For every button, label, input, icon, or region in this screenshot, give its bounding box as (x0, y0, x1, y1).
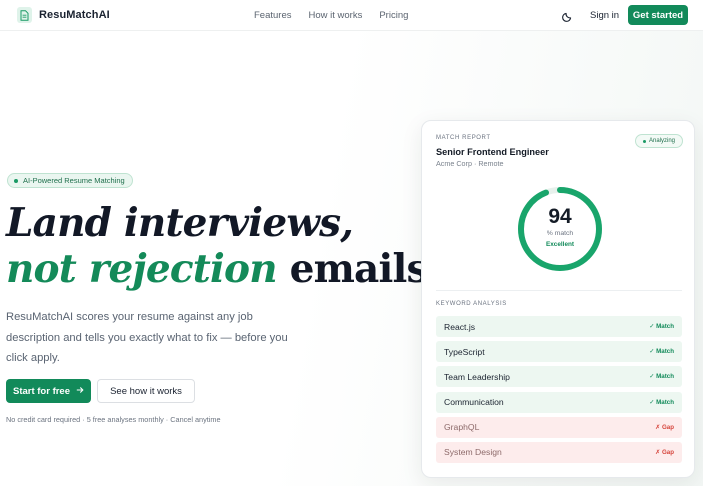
get-started-button[interactable]: Get started (628, 5, 688, 25)
keyword-row: TypeScript ✓ Match (436, 341, 682, 363)
arrow-right-icon (76, 386, 84, 397)
headline-tail: emails. (276, 246, 442, 292)
match-score: 94 (548, 205, 572, 228)
moon-icon[interactable] (562, 9, 574, 22)
keyword-analysis-label: KEYWORD ANALYSIS (436, 301, 507, 307)
headline-accent: not rejection (6, 246, 278, 292)
main-nav: Features How it works Pricing (254, 10, 408, 21)
sign-in-link[interactable]: Sign in (590, 10, 619, 21)
job-title: Senior Frontend Engineer (436, 147, 549, 157)
card-label: MATCH REPORT (436, 135, 491, 141)
status-badge: Analyzing (635, 134, 683, 148)
keyword-name: TypeScript (444, 346, 485, 357)
hero-badge: AI-Powered Resume Matching (7, 173, 133, 188)
start-for-free-button[interactable]: Start for free (6, 379, 91, 403)
keyword-row: Team Leadership ✓ Match (436, 366, 682, 388)
see-how-it-works-button[interactable]: See how it works (97, 379, 195, 403)
nav-pricing[interactable]: Pricing (379, 10, 408, 21)
keyword-row: React.js ✓ Match (436, 316, 682, 337)
brand-name: ResuMatchAI (39, 9, 110, 21)
match-report-card: MATCH REPORT Analyzing Senior Frontend E… (421, 120, 695, 478)
score-label: Excellent (545, 241, 575, 248)
hero-headline: Land interviews, not rejection emails. (6, 200, 441, 292)
gauge-arc (518, 187, 602, 271)
headline-line-1: Land interviews, (6, 200, 354, 246)
hero-description: ResuMatchAI scores your resume against a… (6, 311, 288, 364)
top-nav: ResuMatchAI Features How it works Pricin… (0, 0, 703, 31)
keyword-name: System Design (444, 447, 502, 458)
divider (436, 290, 682, 291)
keyword-row: Communication ✓ Match (436, 391, 682, 413)
status-text: Analyzing (648, 138, 675, 144)
nav-features[interactable]: Features (254, 10, 292, 21)
badge-text: AI-Powered Resume Matching (23, 176, 125, 185)
keyword-status: ✗ Gap (655, 423, 674, 431)
job-company: Acme Corp · Remote (436, 159, 504, 168)
headline-line-2: not rejection emails. (6, 246, 441, 292)
keyword-name: Communication (444, 397, 504, 408)
fineprint: No credit card required · 5 free analyse… (6, 415, 221, 424)
keyword-status: ✓ Match (649, 398, 674, 406)
keyword-name: React.js (444, 321, 476, 332)
keyword-name: GraphQL (444, 422, 480, 433)
keyword-status: ✓ Match (649, 373, 674, 381)
start-for-free-label: Start for free (12, 385, 70, 397)
keyword-name: Team Leadership (444, 371, 510, 382)
badge-dot-icon (14, 178, 18, 183)
keyword-status: ✓ Match (649, 348, 674, 356)
keyword-status: ✓ Match (649, 323, 674, 330)
nav-how-it-works[interactable]: How it works (309, 10, 363, 21)
brand-logo[interactable]: ResuMatchAI (17, 7, 110, 23)
keyword-status: ✗ Gap (655, 448, 674, 456)
score-gauge (518, 187, 602, 271)
score-unit: % match (546, 230, 574, 237)
keyword-row: System Design ✗ Gap (436, 441, 682, 463)
keyword-row: GraphQL ✗ Gap (436, 416, 682, 438)
status-dot-icon (642, 139, 646, 143)
document-icon (17, 7, 32, 23)
keyword-list: React.js ✓ Match TypeScript ✓ Match Team… (436, 316, 682, 467)
